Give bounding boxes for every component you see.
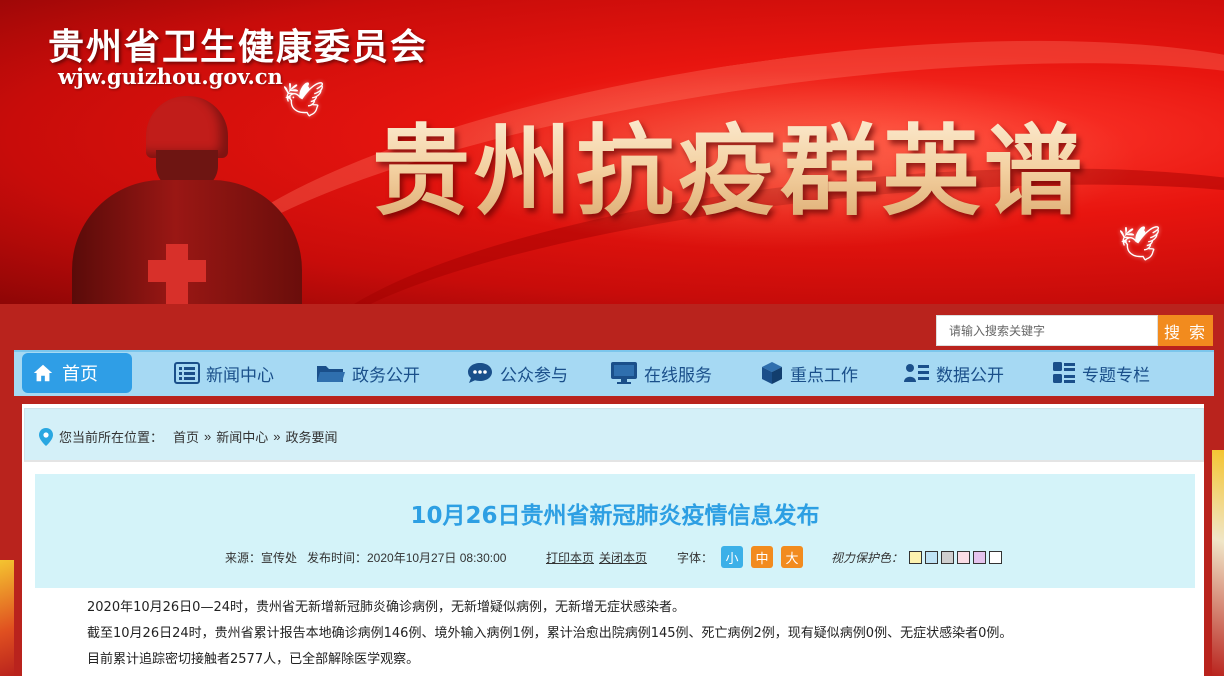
news-list-icon [174,362,200,384]
nav-item-gov-affairs[interactable]: 政务公开 [316,358,420,388]
nav-item-label: 公众参与 [500,365,568,386]
nav-item-online-service[interactable]: 在线服务 [610,358,712,388]
dove-icon: 🕊 [282,80,326,120]
cube-icon [762,362,782,384]
decorative-side [0,560,14,676]
font-size-label: 字体： [677,550,714,565]
article-paragraph: 目前累计追踪密切接触者2577人，已全部解除医学观察。 [87,652,420,667]
article-paragraph: 截至10月26日24时，贵州省累计报告本地确诊病例146例、境外输入病例1例，累… [87,626,1013,641]
search-input[interactable] [936,315,1158,346]
nav-item-label: 重点工作 [790,365,858,386]
article-header: 10月26日贵州省新冠肺炎疫情信息发布 来源：宣传处 发布时间：2020年10月… [35,474,1195,588]
nav-home-label: 首页 [62,364,98,385]
user-list-icon [904,364,929,382]
nav-item-news[interactable]: 新闻中心 [174,358,274,388]
site-url: wjw.guizhou.gov.cn [58,64,283,89]
eye-care-swatch-blue[interactable] [925,550,939,564]
site-name: 贵州省卫生健康委员会 [48,26,429,68]
nav-item-key-work[interactable]: 重点工作 [760,358,858,388]
breadcrumb: 您当前所在位置： 首页 » 新闻中心 » 政务要闻 [39,427,338,446]
dove-icon: 🕊 [1118,224,1162,264]
header-banner: 🕊 🕊 贵州省卫生健康委员会 wjw.guizhou.gov.cn 贵州抗疫群英… [0,0,1224,304]
search-button[interactable]: 搜 索 [1158,315,1213,346]
eye-care-swatch-gray[interactable] [941,550,955,564]
font-size-large-button[interactable]: 大 [781,546,804,568]
home-icon [33,364,53,382]
breadcrumb-link-news[interactable]: 新闻中心 [216,427,268,446]
chat-bubble-icon [468,363,492,383]
nav-item-data-open[interactable]: 数据公开 [904,358,1004,388]
breadcrumb-prefix: 您当前所在位置： [59,430,164,445]
nav-item-label: 政务公开 [352,365,420,386]
print-page-link[interactable]: 打印本页 [546,546,594,568]
breadcrumb-separator: » [273,429,281,444]
eye-care-label: 视力保护色： [831,550,904,565]
article-paragraph: 2020年10月26日0—24时，贵州省无新增新冠肺炎确诊病例，无新增疑似病例，… [87,600,685,615]
nav-item-special-topics[interactable]: 专题专栏 [1052,358,1150,388]
font-size-small-button[interactable]: 小 [721,546,744,568]
eye-care-swatch-pink[interactable] [957,550,971,564]
eye-care-swatch-yellow[interactable] [909,550,923,564]
font-size-medium-button[interactable]: 中 [751,546,774,568]
breadcrumb-separator: » [204,429,212,444]
eye-care-swatch-white[interactable] [989,550,1003,564]
nav-item-label: 新闻中心 [206,365,274,386]
main-nav: 首页 新闻中心 政务公开 公众参与 在线服务 重点工作 数据公开 专题专栏 [14,350,1214,396]
article-publish-time: 发布时间：2020年10月27日 08:30:00 [307,550,507,565]
breadcrumb-bar: 您当前所在位置： 首页 » 新闻中心 » 政务要闻 [24,408,1204,462]
nav-item-label: 在线服务 [644,365,712,386]
banner-headline: 贵州抗疫群英谱 [372,92,1086,234]
eye-care-swatch-purple[interactable] [973,550,987,564]
decorative-side [1212,450,1224,676]
monitor-icon [611,362,637,384]
folder-icon [317,366,345,382]
nav-item-public-participation[interactable]: 公众参与 [466,358,568,388]
grid-list-icon [1053,362,1075,383]
breadcrumb-link-gov-news[interactable]: 政务要闻 [286,427,338,446]
breadcrumb-link-home[interactable]: 首页 [173,427,199,446]
article-title: 10月26日贵州省新冠肺炎疫情信息发布 [410,503,820,529]
eye-care-control: 视力保护色： [831,546,1005,568]
location-pin-icon [39,427,53,446]
doctor-silhouette-image [52,96,302,304]
article-body: 2020年10月26日0—24时，贵州省无新增新冠肺炎确诊病例，无新增疑似病例，… [87,595,1187,673]
nav-item-label: 数据公开 [936,365,1004,386]
nav-item-label: 专题专栏 [1082,365,1150,386]
close-page-link[interactable]: 关闭本页 [599,546,647,568]
nav-item-home[interactable]: 首页 [22,353,132,393]
article-source: 来源：宣传处 [225,550,298,565]
font-size-control: 字体： 小 中 大 [677,546,811,568]
